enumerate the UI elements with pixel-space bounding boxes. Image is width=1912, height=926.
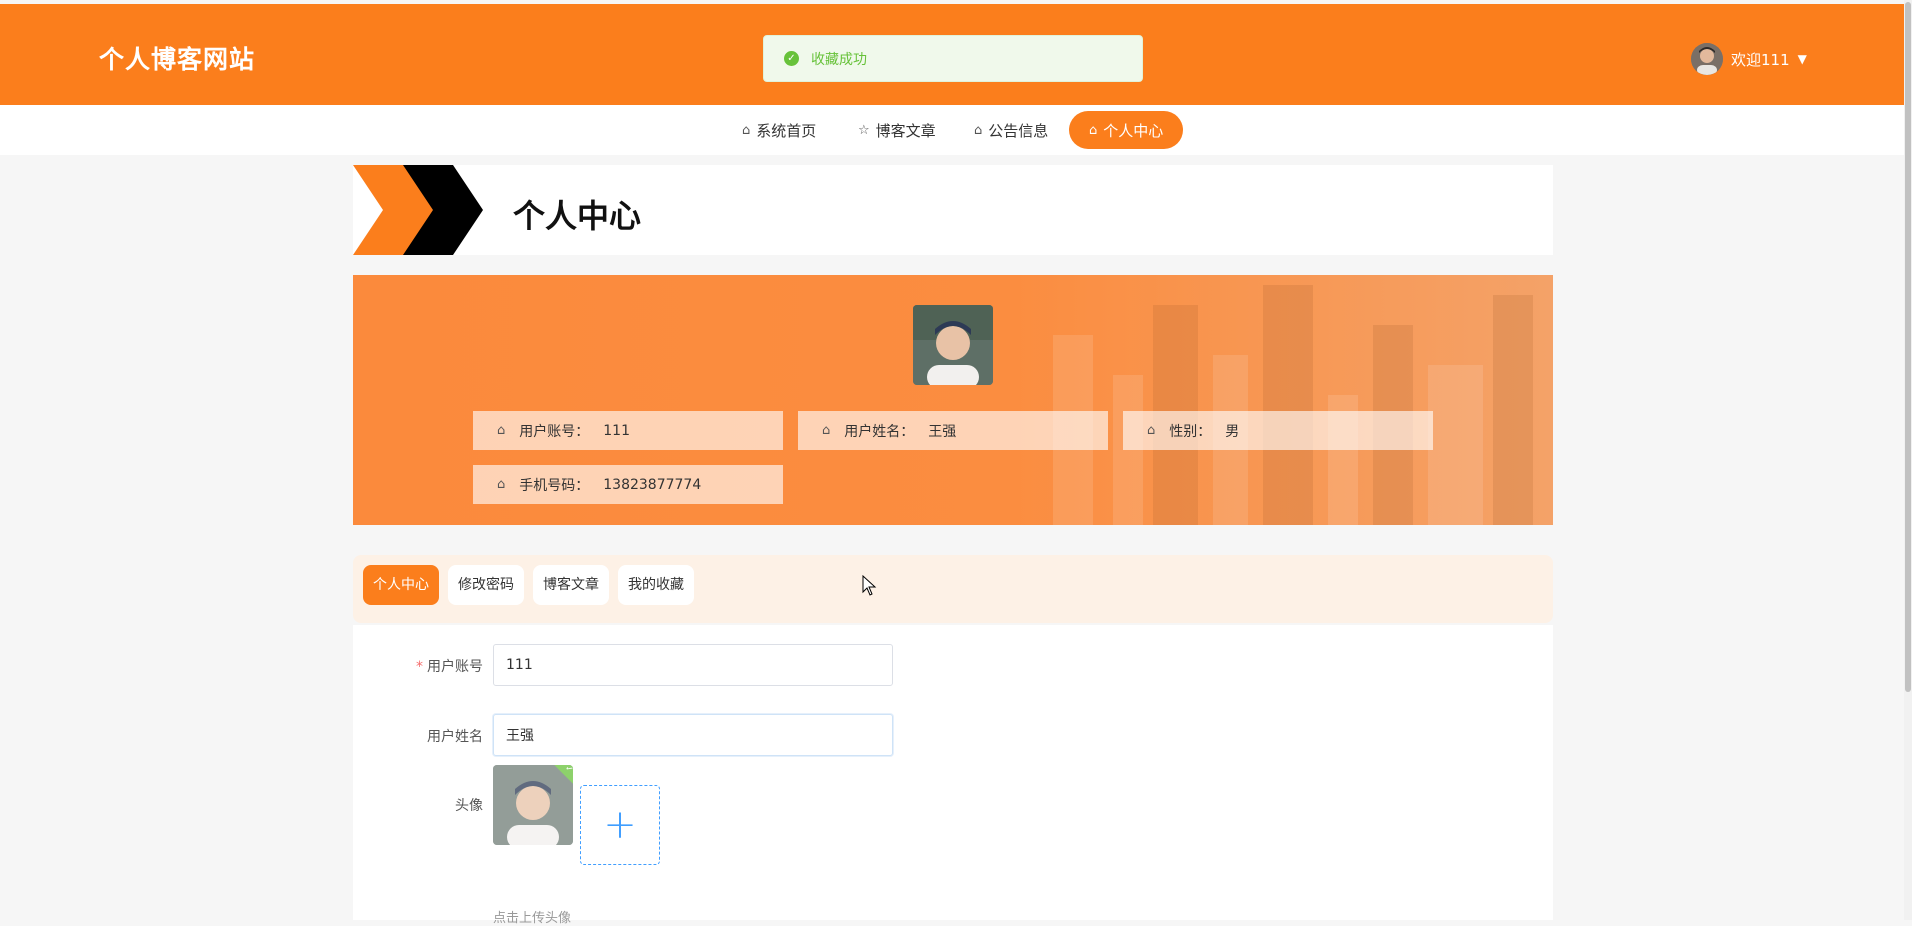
account-label: * 用户账号 (353, 656, 483, 676)
success-toast: ✓ 收藏成功 (763, 35, 1143, 82)
scrollbar-thumb[interactable] (1905, 2, 1911, 692)
info-value: 13823877774 (603, 476, 702, 493)
tab-my-favorites[interactable]: 我的收藏 (618, 565, 694, 605)
avatar-label: 头像 (455, 798, 483, 814)
nav-item-label: 个人中心 (1103, 121, 1164, 140)
nav-item-blog[interactable]: ☆ 博客文章 (838, 111, 956, 149)
avatar-upload-button[interactable]: + (580, 785, 660, 865)
nav-item-home[interactable]: ⌂ 系统首页 (722, 111, 836, 149)
banner-building (1428, 365, 1483, 525)
bag-icon: ⌂ (974, 122, 983, 138)
page-scrollbar[interactable] (1904, 0, 1912, 920)
avatar-thumbnail[interactable]: ✓ (493, 765, 573, 845)
profile-banner: ⌂ 用户账号： 111 ⌂ 用户姓名： 王强 ⌂ 性别： 男 ⌂ 手机号码： 1… (353, 275, 1553, 525)
tab-blog-articles[interactable]: 博客文章 (533, 565, 609, 605)
check-circle-icon: ✓ (784, 51, 799, 66)
home-icon: ⌂ (822, 423, 831, 438)
banner-building (1493, 295, 1533, 525)
account-label-text: 用户账号 (427, 659, 483, 675)
home-icon: ⌂ (742, 122, 751, 138)
info-name: ⌂ 用户姓名： 王强 (798, 411, 1108, 450)
info-label: 用户姓名： (844, 423, 915, 440)
nav-item-label: 公告信息 (988, 121, 1049, 140)
home-icon: ⌂ (497, 477, 506, 492)
home-icon: ⌂ (1089, 122, 1098, 138)
info-account: ⌂ 用户账号： 111 (473, 411, 783, 450)
mouse-cursor-icon (862, 575, 877, 596)
main-nav: ⌂ 系统首页 ☆ 博客文章 ⌂ 公告信息 ⌂ 个人中心 (0, 105, 1912, 155)
tab-profile[interactable]: 个人中心 (363, 565, 439, 605)
tab-change-password[interactable]: 修改密码 (448, 565, 524, 605)
info-label: 用户账号： (519, 423, 590, 440)
name-label: 用户姓名 (427, 729, 483, 745)
account-input[interactable] (493, 644, 893, 686)
star-icon: ☆ (858, 122, 870, 138)
user-avatar[interactable] (1691, 43, 1723, 75)
chevron-decoration-icon (353, 165, 483, 255)
home-icon: ⌂ (1147, 423, 1156, 438)
info-value: 王强 (928, 423, 957, 440)
top-header: 个人博客网站 ✓ 收藏成功 欢迎111 ▼ (0, 4, 1912, 105)
welcome-text[interactable]: 欢迎111 (1731, 49, 1790, 70)
info-gender: ⌂ 性别： 男 (1123, 411, 1433, 450)
plus-icon: + (603, 802, 637, 848)
site-title[interactable]: 个人博客网站 (99, 40, 255, 76)
page-title-card: 个人中心 (353, 165, 1553, 255)
info-value: 男 (1225, 423, 1240, 440)
info-label: 手机号码： (519, 477, 590, 494)
nav-item-label: 博客文章 (875, 121, 936, 140)
nav-item-label: 系统首页 (756, 121, 817, 140)
upload-hint: 点击上传头像 (493, 911, 572, 926)
profile-avatar (913, 305, 993, 385)
banner-building (1263, 285, 1313, 525)
caret-down-icon[interactable]: ▼ (1798, 52, 1807, 66)
home-icon: ⌂ (497, 423, 506, 438)
nav-item-profile[interactable]: ⌂ 个人中心 (1069, 111, 1184, 149)
nav-item-notice[interactable]: ⌂ 公告信息 (954, 111, 1068, 149)
page-title: 个人中心 (513, 197, 642, 235)
profile-form: *用户账号 用户姓名 头像 ✓ + 点击上传头像 (353, 625, 1553, 926)
name-input[interactable] (493, 714, 893, 756)
banner-building (1113, 375, 1143, 525)
info-label: 性别： (1169, 423, 1212, 440)
info-phone: ⌂ 手机号码： 13823877774 (473, 465, 783, 504)
user-menu[interactable]: 欢迎111 ▼ (1691, 42, 1807, 76)
required-mark: * (416, 659, 423, 675)
info-value: 111 (603, 422, 630, 439)
toast-message: 收藏成功 (811, 51, 867, 68)
profile-tabs: 个人中心 修改密码 博客文章 我的收藏 (353, 555, 1553, 623)
